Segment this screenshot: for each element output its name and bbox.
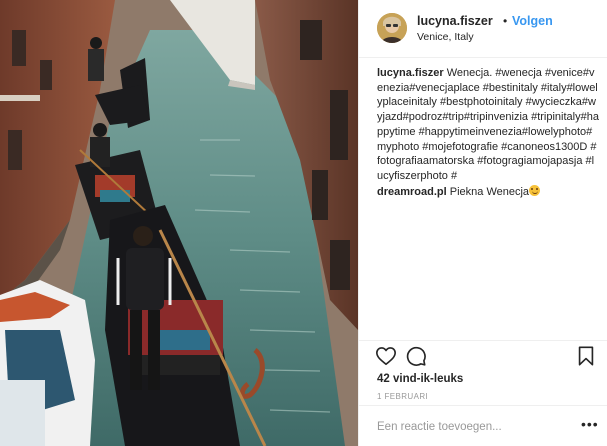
instagram-post: lucyna.fiszer • Volgen Venice, Italy luc… xyxy=(0,0,607,446)
follow-button[interactable]: Volgen xyxy=(512,14,553,28)
smiling-face-emoji-icon xyxy=(529,184,541,196)
comment-input-divider xyxy=(359,405,607,406)
add-comment-input[interactable] xyxy=(377,421,567,433)
caption-text: Wenecja. #wenecja #venice#venezia#venecj… xyxy=(377,67,599,182)
comment-icon[interactable] xyxy=(405,345,427,367)
avatar[interactable] xyxy=(377,13,407,43)
post-side-panel: lucyna.fiszer • Volgen Venice, Italy luc… xyxy=(358,0,607,446)
more-options-icon[interactable]: ••• xyxy=(581,416,599,432)
actions-divider xyxy=(359,340,607,341)
post-photo[interactable] xyxy=(0,0,358,446)
comment-item: dreamroad.pl Piekna Wenecja xyxy=(377,184,599,200)
avatar-image xyxy=(377,13,407,43)
caption-username-link[interactable]: lucyna.fiszer xyxy=(377,67,444,79)
header-username-link[interactable]: lucyna.fiszer xyxy=(417,14,493,28)
comment-text: Piekna Wenecja xyxy=(449,185,530,198)
heart-icon[interactable] xyxy=(375,345,397,367)
bookmark-icon[interactable] xyxy=(575,345,597,367)
comment-username-link[interactable]: dreamroad.pl xyxy=(377,186,447,198)
post-date[interactable]: 1 FEBRUARI xyxy=(377,392,428,401)
caption-comment: lucyna.fiszer Wenecja. #wenecja #venice#… xyxy=(377,66,599,184)
comments-section: lucyna.fiszer Wenecja. #wenecja #venice#… xyxy=(377,66,599,199)
action-bar xyxy=(375,345,597,369)
header-separator-dot: • xyxy=(503,14,508,28)
canal-photo-illustration xyxy=(0,0,358,446)
post-header: lucyna.fiszer • Volgen Venice, Italy xyxy=(359,0,607,58)
likes-count[interactable]: 42 vind-ik-leuks xyxy=(377,373,463,385)
location-link[interactable]: Venice, Italy xyxy=(417,31,474,43)
